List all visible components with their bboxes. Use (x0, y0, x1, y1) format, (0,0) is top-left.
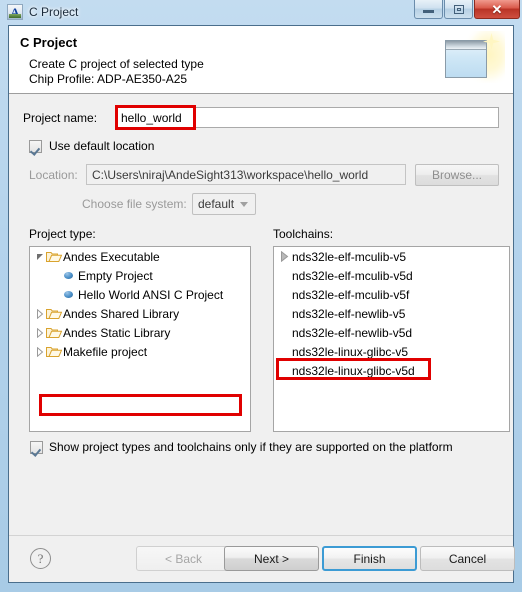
use-default-location-row[interactable]: Use default location (29, 139, 154, 153)
list-spacer (278, 323, 292, 342)
title-bar[interactable]: A C Project ✕ (0, 0, 522, 23)
project-sphere-icon (61, 285, 78, 304)
project-name-row: Project name: (23, 105, 499, 130)
file-system-value: default (198, 197, 235, 211)
project-name-input[interactable] (115, 107, 499, 128)
minimize-icon (423, 10, 434, 13)
location-label: Location: (29, 168, 78, 182)
list-item-toolchain[interactable]: nds32le-elf-newlib-v5d (274, 323, 509, 342)
toolchains-list[interactable]: nds32le-elf-mculib-v5 nds32le-elf-mculib… (273, 246, 510, 432)
tree-item-andes-executable[interactable]: Andes Executable (30, 247, 250, 266)
project-type-tree[interactable]: Andes Executable Empty Project Hello Wor… (29, 246, 251, 432)
andesight-a-icon: A (7, 3, 23, 20)
finish-button[interactable]: Finish (322, 546, 417, 571)
list-spacer (278, 285, 292, 304)
use-default-location-checkbox[interactable] (29, 139, 42, 153)
tree-item-label: Hello World ANSI C Project (78, 287, 224, 302)
help-icon[interactable]: ? (30, 548, 51, 569)
page-description: Create C project of selected type (29, 57, 204, 71)
chevron-right-icon[interactable] (34, 323, 46, 342)
list-item-label: nds32le-elf-mculib-v5d (292, 268, 413, 283)
chevron-down-icon (240, 201, 248, 207)
tree-item-hello-world-ansi-c-project[interactable]: Hello World ANSI C Project (30, 285, 250, 304)
list-item-label: nds32le-elf-mculib-v5 (292, 249, 407, 264)
close-icon: ✕ (491, 1, 503, 17)
project-sphere-icon (61, 266, 78, 285)
list-item-toolchain[interactable]: nds32le-elf-newlib-v5 (274, 304, 509, 323)
list-item-label: nds32le-elf-newlib-v5d (292, 325, 413, 340)
wizard-header: C Project Create C project of selected t… (9, 26, 513, 94)
tree-item-label: Empty Project (78, 268, 153, 283)
folder-icon (46, 323, 63, 342)
show-supported-row[interactable]: Show project types and toolchains only i… (30, 440, 453, 454)
dialog-button-bar: ? < Back Next > Finish Cancel (9, 535, 515, 582)
list-item-label: nds32le-elf-mculib-v5f (292, 287, 410, 302)
list-spacer (278, 304, 292, 323)
folder-icon (46, 247, 63, 266)
tree-item-empty-project[interactable]: Empty Project (30, 266, 250, 285)
location-row: Location: Browse... (29, 164, 499, 186)
list-item-label: nds32le-linux-glibc-v5d (292, 363, 415, 378)
window-frame: A C Project ✕ C Project Create C project… (0, 0, 522, 592)
close-button[interactable]: ✕ (474, 0, 520, 19)
file-system-label: Choose file system: (82, 197, 187, 211)
list-spacer (278, 342, 292, 361)
chevron-down-icon[interactable] (34, 247, 46, 266)
project-type-label: Project type: (29, 227, 96, 241)
minimize-button[interactable] (414, 0, 443, 19)
dialog-body: Project name: Use default location Locat… (9, 94, 513, 535)
new-window-sparkle-icon (443, 29, 505, 89)
tree-item-label: Andes Executable (63, 249, 160, 264)
show-supported-checkbox[interactable] (30, 440, 43, 454)
browse-button: Browse... (415, 164, 499, 186)
list-spacer (278, 266, 292, 285)
list-item-toolchain[interactable]: nds32le-linux-glibc-v5d (274, 361, 509, 380)
c-project-dialog: C Project Create C project of selected t… (8, 25, 515, 583)
maximize-button[interactable] (444, 0, 473, 19)
list-item-toolchain[interactable]: nds32le-elf-mculib-v5 (274, 247, 509, 266)
list-item-toolchain[interactable]: nds32le-elf-mculib-v5f (274, 285, 509, 304)
list-item-toolchain[interactable]: nds32le-linux-glibc-v5 (274, 342, 509, 361)
tree-item-label: Andes Static Library (63, 325, 171, 340)
tree-item-label: Andes Shared Library (63, 306, 180, 321)
window-title: C Project (29, 4, 79, 19)
chevron-right-icon[interactable] (278, 247, 292, 266)
list-spacer (278, 361, 292, 380)
use-default-location-label: Use default location (49, 139, 155, 153)
maximize-icon (453, 4, 464, 14)
chevron-right-icon[interactable] (34, 304, 46, 323)
show-supported-label: Show project types and toolchains only i… (49, 440, 453, 454)
page-title: C Project (20, 35, 78, 50)
tree-item-makefile-project[interactable]: Makefile project (30, 342, 250, 361)
tree-item-andes-static-library[interactable]: Andes Static Library (30, 323, 250, 342)
tree-item-andes-shared-library[interactable]: Andes Shared Library (30, 304, 250, 323)
list-item-label: nds32le-linux-glibc-v5 (292, 344, 409, 359)
window-controls: ✕ (413, 0, 520, 19)
back-button: < Back (136, 546, 231, 571)
folder-icon (46, 304, 63, 323)
project-name-label: Project name: (23, 111, 98, 125)
file-system-select: default (192, 193, 256, 215)
next-button[interactable]: Next > (224, 546, 319, 571)
cancel-button[interactable]: Cancel (420, 546, 515, 571)
chip-profile-text: Chip Profile: ADP-AE350-A25 (29, 72, 188, 86)
folder-icon (46, 342, 63, 361)
toolchains-label: Toolchains: (273, 227, 334, 241)
list-item-toolchain[interactable]: nds32le-elf-mculib-v5d (274, 266, 509, 285)
chevron-right-icon[interactable] (34, 342, 46, 361)
location-input (86, 164, 406, 185)
list-item-label: nds32le-elf-newlib-v5 (292, 306, 406, 321)
tree-item-label: Makefile project (63, 344, 148, 359)
